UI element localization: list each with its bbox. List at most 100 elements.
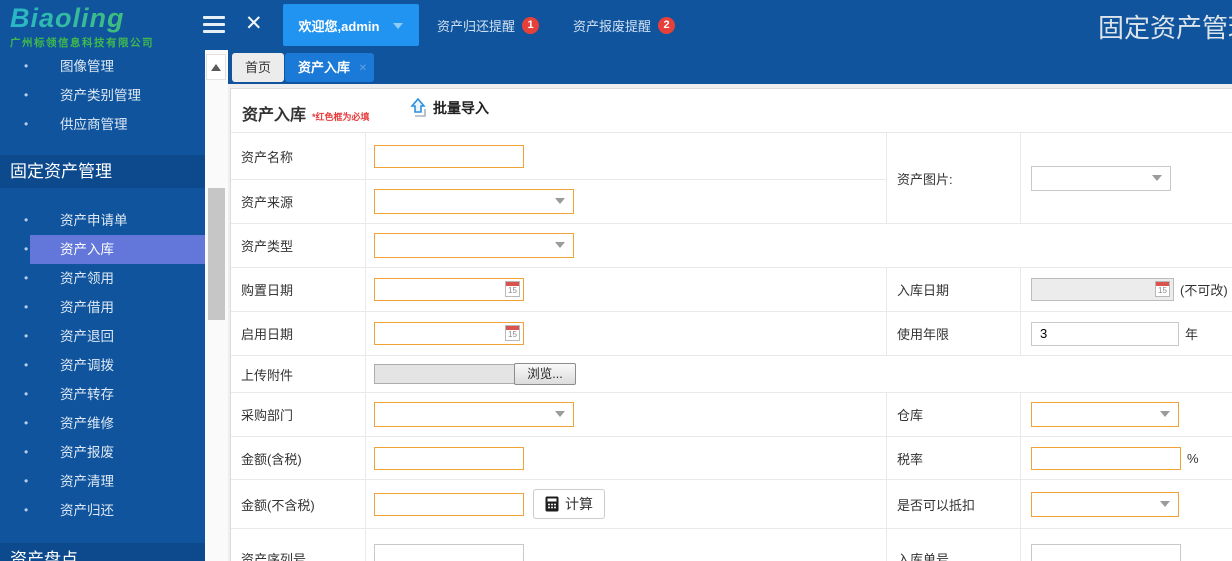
amount-with-tax-cell bbox=[366, 436, 886, 479]
panel-header: 资产入库 *红色框为必填 批量导入 bbox=[231, 89, 1232, 133]
asset-name-label: 资产名称 bbox=[231, 133, 366, 179]
tab-asset-inbound-label: 资产入库 bbox=[298, 60, 350, 75]
browse-button[interactable]: 浏览... bbox=[514, 363, 576, 385]
asset-source-cell bbox=[366, 179, 886, 223]
serial-number-input[interactable] bbox=[374, 544, 524, 561]
batch-import-button[interactable]: 批量导入 bbox=[409, 98, 489, 118]
sidebar-item-image-management[interactable]: 图像管理 bbox=[0, 52, 205, 81]
close-icon[interactable]: ✕ bbox=[245, 11, 263, 36]
amount-with-tax-input[interactable] bbox=[374, 447, 524, 470]
user-menu-button[interactable]: 欢迎您,admin bbox=[283, 4, 419, 46]
sidebar-item-asset-cleanup[interactable]: 资产清理 bbox=[0, 467, 205, 496]
tab-home[interactable]: 首页 bbox=[232, 53, 284, 82]
batch-import-label: 批量导入 bbox=[433, 98, 489, 118]
sidebar-item-asset-issue[interactable]: 资产领用 bbox=[0, 264, 205, 293]
asset-scrap-count-badge: 2 bbox=[658, 17, 675, 34]
tax-rate-label: 税率 bbox=[886, 436, 1021, 479]
asset-return-reminder-label: 资产归还提醒 bbox=[437, 16, 515, 35]
service-years-unit: 年 bbox=[1185, 324, 1198, 343]
upload-icon bbox=[409, 98, 427, 118]
inbound-number-input[interactable] bbox=[1031, 544, 1181, 561]
brand-logo-subtitle: 广州标领信息科技有限公司 bbox=[10, 35, 190, 50]
scroll-up-button[interactable] bbox=[206, 54, 226, 80]
asset-image-cell bbox=[1021, 133, 1232, 223]
sidebar-item-asset-request[interactable]: 资产申请单 bbox=[0, 206, 205, 235]
calendar-icon[interactable]: 15 bbox=[505, 281, 520, 297]
attachment-label: 上传附件 bbox=[231, 355, 366, 392]
calculate-button[interactable]: 计算 bbox=[533, 489, 605, 519]
tab-bar: 首页 资产入库 ✕ bbox=[228, 50, 1232, 84]
sidebar-section-asset-inventory[interactable]: 资产盘点 bbox=[0, 543, 205, 561]
sidebar-item-asset-return[interactable]: 资产归还 bbox=[0, 496, 205, 525]
tax-rate-unit: % bbox=[1187, 451, 1199, 466]
asset-type-select[interactable] bbox=[374, 233, 574, 258]
enable-date-cell: 15 bbox=[366, 311, 886, 355]
app-title: 固定资产管理 bbox=[1098, 8, 1232, 45]
top-bar: Biaoling 广州标领信息科技有限公司 ✕ 欢迎您,admin 资产归还提醒… bbox=[0, 0, 1232, 50]
deductible-label: 是否可以抵扣 bbox=[886, 479, 1021, 528]
inbound-date-input-disabled: 15 bbox=[1031, 278, 1174, 301]
deductible-cell bbox=[1021, 479, 1232, 528]
service-years-input[interactable] bbox=[1031, 322, 1179, 346]
tab-close-icon[interactable]: ✕ bbox=[359, 54, 367, 83]
serial-number-label: 资产序列号 bbox=[231, 528, 366, 561]
empty-cell bbox=[886, 223, 1232, 267]
purchase-dept-cell bbox=[366, 392, 886, 436]
tab-asset-inbound[interactable]: 资产入库 ✕ bbox=[285, 53, 374, 82]
content-panel: 资产入库 *红色框为必填 批量导入 资产名称 资产图片: 资产来源 资产类型 bbox=[230, 88, 1232, 561]
sidebar-item-asset-borrow[interactable]: 资产借用 bbox=[0, 293, 205, 322]
sidebar-section-fixed-asset-management[interactable]: 固定资产管理 bbox=[0, 155, 205, 188]
enable-date-input[interactable]: 15 bbox=[374, 322, 524, 345]
asset-source-select[interactable] bbox=[374, 189, 574, 214]
warehouse-label: 仓库 bbox=[886, 392, 1021, 436]
brand-logo: Biaoling 广州标领信息科技有限公司 bbox=[10, 3, 190, 50]
scrollbar-thumb[interactable] bbox=[208, 188, 225, 320]
purchase-dept-label: 采购部门 bbox=[231, 392, 366, 436]
inbound-date-cell: 15 (不可改) bbox=[1021, 267, 1232, 311]
service-years-cell: 年 bbox=[1021, 311, 1232, 355]
sidebar-item-supplier-management[interactable]: 供应商管理 bbox=[0, 110, 205, 139]
sidebar-item-asset-transfer[interactable]: 资产调拨 bbox=[0, 351, 205, 380]
deductible-select[interactable] bbox=[1031, 492, 1179, 517]
amount-without-tax-label: 金额(不含税) bbox=[231, 479, 366, 528]
asset-image-select[interactable] bbox=[1031, 166, 1171, 191]
asset-source-label: 资产来源 bbox=[231, 179, 366, 223]
inbound-date-note: (不可改) bbox=[1180, 280, 1228, 299]
attachment-cell: 浏览... bbox=[366, 355, 886, 392]
sidebar-item-asset-inbound[interactable]: 资产入库 bbox=[30, 235, 205, 264]
sidebar-item-asset-return-back[interactable]: 资产退回 bbox=[0, 322, 205, 351]
required-fields-note: *红色框为必填 bbox=[312, 110, 370, 123]
tax-rate-cell: % bbox=[1021, 436, 1232, 479]
sidebar-nav: 图像管理 资产类别管理 供应商管理 固定资产管理 资产申请单 资产入库 资产领用… bbox=[0, 50, 205, 561]
asset-name-cell bbox=[366, 133, 886, 179]
asset-scrap-reminder-label: 资产报废提醒 bbox=[573, 16, 651, 35]
amount-without-tax-input[interactable] bbox=[374, 493, 524, 516]
file-path-field[interactable] bbox=[374, 364, 515, 384]
asset-return-reminder-link[interactable]: 资产归还提醒 1 bbox=[437, 16, 539, 35]
sidebar-item-asset-scrap[interactable]: 资产报废 bbox=[0, 438, 205, 467]
sidebar-item-asset-repair[interactable]: 资产维修 bbox=[0, 409, 205, 438]
inbound-number-cell bbox=[1021, 528, 1232, 561]
calendar-icon[interactable]: 15 bbox=[505, 325, 520, 341]
purchase-date-input[interactable]: 15 bbox=[374, 278, 524, 301]
tax-rate-input[interactable] bbox=[1031, 447, 1181, 470]
calculate-label: 计算 bbox=[565, 494, 593, 514]
sidebar-item-asset-category-management[interactable]: 资产类别管理 bbox=[0, 81, 205, 110]
calendar-icon: 15 bbox=[1155, 281, 1170, 297]
warehouse-select[interactable] bbox=[1031, 402, 1179, 427]
purchase-dept-select[interactable] bbox=[374, 402, 574, 427]
inbound-date-label: 入库日期 bbox=[886, 267, 1021, 311]
vertical-scrollbar bbox=[205, 50, 228, 561]
amount-without-tax-cell: 计算 bbox=[366, 479, 886, 528]
sidebar-item-asset-store[interactable]: 资产转存 bbox=[0, 380, 205, 409]
attachment-file-input: 浏览... bbox=[374, 363, 576, 385]
menu-toggle-icon[interactable] bbox=[203, 16, 225, 37]
inbound-number-label: 入库单号 bbox=[886, 528, 1021, 561]
asset-name-input[interactable] bbox=[374, 145, 524, 168]
chevron-down-icon bbox=[393, 23, 403, 34]
amount-with-tax-label: 金额(含税) bbox=[231, 436, 366, 479]
asset-inbound-form: 资产名称 资产图片: 资产来源 资产类型 购置日期 15 入库日期 15 bbox=[231, 133, 1232, 561]
purchase-date-cell: 15 bbox=[366, 267, 886, 311]
empty-cell bbox=[886, 355, 1232, 392]
asset-scrap-reminder-link[interactable]: 资产报废提醒 2 bbox=[573, 16, 675, 35]
